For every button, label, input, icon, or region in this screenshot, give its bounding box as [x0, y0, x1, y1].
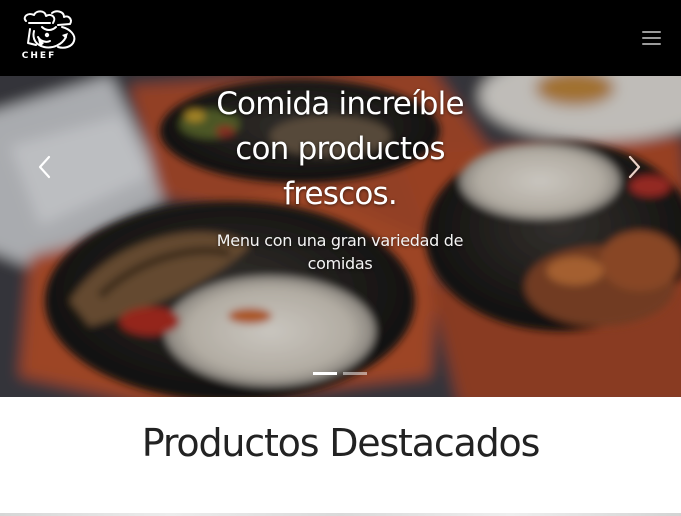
chevron-right-icon: [628, 155, 641, 179]
hamburger-line: [642, 37, 661, 39]
featured-products-title: Productos Destacados: [141, 421, 541, 465]
carousel-indicator-1[interactable]: [313, 372, 337, 375]
carousel-next-button[interactable]: [620, 154, 646, 180]
brand-logo-text: CHEF: [21, 51, 57, 61]
carousel-indicators: [313, 372, 373, 376]
carousel-prev-button[interactable]: [33, 154, 59, 180]
carousel-indicator-2[interactable]: [343, 372, 367, 375]
chevron-left-icon: [38, 155, 51, 179]
hero-subtitle: Menu con una gran variedad de comidas: [216, 231, 464, 273]
hamburger-line: [642, 43, 661, 45]
hamburger-menu-icon[interactable]: [640, 28, 664, 48]
hero-title: Comida increíble con productos frescos.: [216, 86, 464, 212]
navbar: CHEF: [0, 0, 681, 76]
page: CHEF Comida increíble con productos fres…: [0, 0, 681, 516]
hero-carousel: Comida increíble con productos frescos. …: [0, 76, 681, 397]
hamburger-line: [642, 31, 661, 33]
hero-caption: Comida increíble con productos frescos. …: [190, 82, 490, 275]
